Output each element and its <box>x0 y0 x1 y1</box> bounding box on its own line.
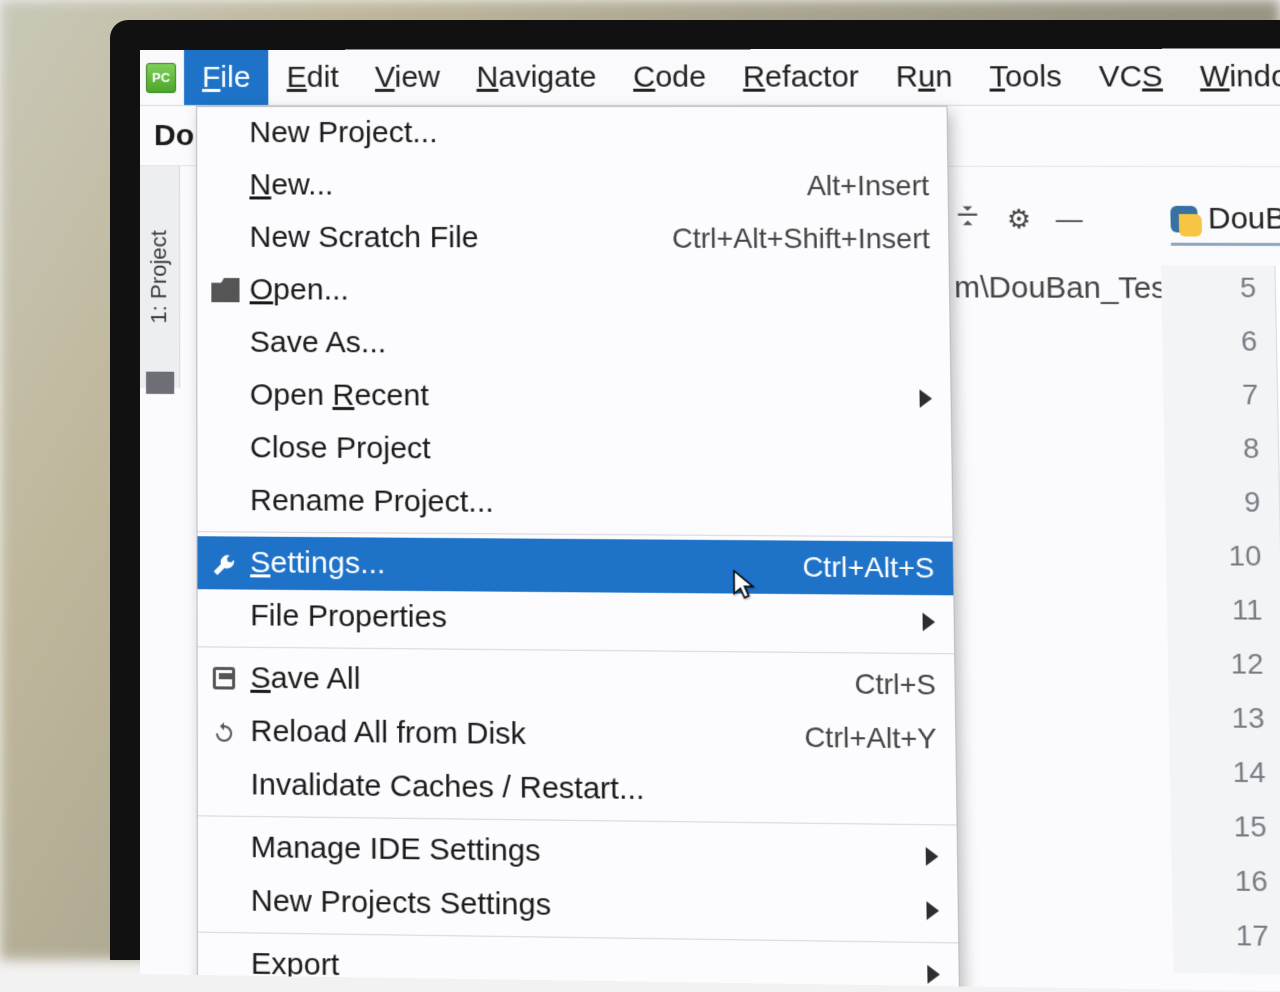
editor-tab[interactable]: DouB <box>1170 202 1280 246</box>
submenu-arrow-icon <box>927 965 940 984</box>
line-number: 10 <box>1166 539 1280 594</box>
project-path-fragment: m\DouBan_Tes <box>954 271 1167 306</box>
collapse-all-icon[interactable] <box>953 201 982 237</box>
editor-gutter: 5 6 7 8 9 10 11 12 13 14 15 16 17 <box>1161 265 1280 974</box>
menu-tools[interactable]: Tools <box>970 49 1080 105</box>
line-number: 14 <box>1170 755 1280 811</box>
menu-open-recent[interactable]: Open Recent <box>197 369 951 426</box>
mouse-cursor-icon <box>731 569 758 602</box>
menu-refactor[interactable]: Refactor <box>724 49 877 105</box>
menu-run[interactable]: Run <box>877 49 971 105</box>
project-toolwindow-toolbar: ⚙ — <box>953 201 1083 237</box>
wrench-icon <box>212 551 236 576</box>
gear-icon[interactable]: ⚙ <box>1007 204 1032 236</box>
menu-export[interactable]: Export <box>198 937 959 992</box>
menu-edit[interactable]: Edit <box>269 50 357 105</box>
line-number: 12 <box>1168 647 1280 702</box>
tool-window-tab-project[interactable]: 1: Project <box>140 166 180 388</box>
line-number: 15 <box>1171 809 1280 865</box>
line-number: 13 <box>1169 701 1280 756</box>
line-number: 6 <box>1162 325 1277 379</box>
menu-close-project[interactable]: Close Project <box>197 421 951 478</box>
reload-icon <box>212 719 236 744</box>
menu-new-projects-settings[interactable]: New Projects Settings <box>198 874 958 938</box>
tool-window-tab-label: 1: Project <box>147 230 173 324</box>
pycharm-icon: PC <box>146 62 176 92</box>
file-menu-dropdown: New Project... New... Alt+Insert New Scr… <box>196 106 960 992</box>
line-number: 16 <box>1172 864 1280 920</box>
shortcut-label: Ctrl+Alt+Y <box>804 721 937 756</box>
shortcut-label: Ctrl+S <box>854 668 936 702</box>
menu-save-as[interactable]: Save As... <box>197 316 950 372</box>
folder-open-icon <box>211 278 239 302</box>
menu-save-all[interactable]: Save All Ctrl+S <box>198 651 955 712</box>
menu-open[interactable]: Open... <box>197 264 949 319</box>
main-menubar: PC File Edit View Navigate Code Refactor… <box>140 49 1280 106</box>
menu-rename-project[interactable]: Rename Project... <box>197 474 952 532</box>
project-folder-icon <box>146 372 174 394</box>
line-number: 5 <box>1161 271 1276 325</box>
menu-code[interactable]: Code <box>615 49 725 105</box>
submenu-arrow-icon <box>919 389 932 408</box>
menu-window[interactable]: Windo <box>1181 49 1280 105</box>
submenu-arrow-icon <box>926 847 939 866</box>
ide-window: PC File Edit View Navigate Code Refactor… <box>140 49 1280 992</box>
line-number: 17 <box>1173 918 1280 974</box>
minimize-icon[interactable]: — <box>1056 204 1083 236</box>
menu-new-scratch-file[interactable]: New Scratch File Ctrl+Alt+Shift+Insert <box>197 211 949 265</box>
menu-manage-ide-settings[interactable]: Manage IDE Settings <box>198 820 958 883</box>
menu-invalidate-caches[interactable]: Invalidate Caches / Restart... <box>198 758 957 821</box>
menu-settings[interactable]: Settings... Ctrl+Alt+S <box>198 536 954 595</box>
menu-new-project[interactable]: New Project... <box>197 107 947 160</box>
save-icon <box>213 667 235 690</box>
editor-tab-label: DouB <box>1208 202 1280 237</box>
shortcut-label: Alt+Insert <box>807 170 930 203</box>
breadcrumb-fragment: Do <box>154 119 194 153</box>
submenu-arrow-icon <box>922 613 935 632</box>
line-number: 7 <box>1163 378 1278 432</box>
shortcut-label: Ctrl+Alt+Shift+Insert <box>672 222 930 255</box>
python-file-icon <box>1170 206 1198 233</box>
shortcut-label: Ctrl+Alt+S <box>802 551 934 585</box>
menu-view[interactable]: View <box>357 50 459 105</box>
line-number: 9 <box>1165 485 1280 540</box>
menu-file-properties[interactable]: File Properties <box>198 589 955 649</box>
app-icon: PC <box>146 56 176 99</box>
menu-file[interactable]: File <box>184 50 269 105</box>
submenu-arrow-icon <box>926 901 939 920</box>
menu-vcs[interactable]: VCS <box>1080 49 1182 105</box>
menu-new[interactable]: New... Alt+Insert <box>197 159 948 212</box>
menu-navigate[interactable]: Navigate <box>458 49 615 105</box>
line-number: 11 <box>1167 593 1280 648</box>
menu-reload-from-disk[interactable]: Reload All from Disk Ctrl+Alt+Y <box>198 705 956 767</box>
line-number: 8 <box>1164 432 1279 486</box>
